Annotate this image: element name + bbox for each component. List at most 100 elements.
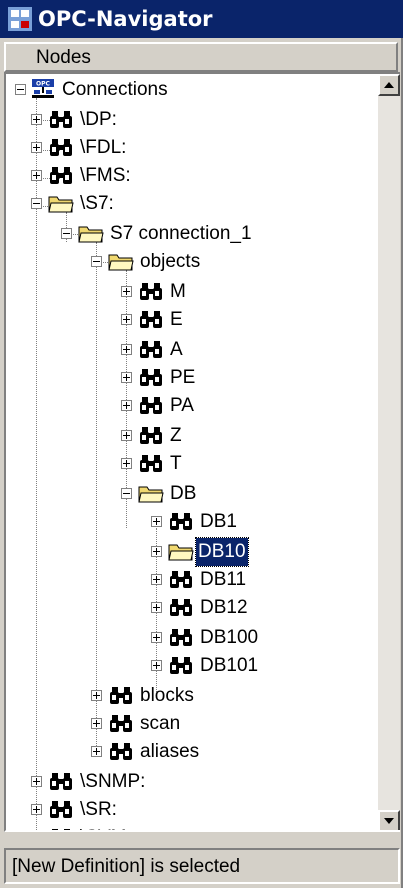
tree-node-aliases[interactable]: aliases: [6, 738, 376, 766]
tree-node-label: DB: [170, 483, 197, 504]
binoculars-icon: [48, 770, 74, 792]
folder-icon: [78, 222, 104, 244]
expand-toggle[interactable]: [151, 660, 162, 671]
binoculars-icon: [108, 712, 134, 734]
expand-toggle[interactable]: [151, 574, 162, 585]
expand-toggle[interactable]: [121, 372, 132, 383]
binoculars-icon: [138, 308, 164, 330]
collapse-toggle[interactable]: [61, 228, 72, 239]
tree-node-db[interactable]: DB: [6, 480, 376, 508]
tree-node-label: \SVM:: [78, 824, 134, 830]
tree-node-label: \SR:: [80, 799, 117, 820]
nodes-column-header[interactable]: Nodes: [4, 42, 398, 72]
binoculars-icon: [48, 164, 74, 186]
tree-node-sr[interactable]: \SR:: [6, 796, 376, 824]
expand-toggle[interactable]: [91, 718, 102, 729]
title-bar[interactable]: OPC-Navigator: [0, 0, 403, 38]
tree-node-db12[interactable]: DB12: [6, 594, 376, 622]
binoculars-icon: [168, 626, 194, 648]
tree-node-label: \DP:: [80, 109, 117, 130]
tree-node-connections[interactable]: OPC Connections: [6, 76, 376, 104]
folder-icon: [168, 540, 194, 562]
expand-toggle[interactable]: [91, 746, 102, 757]
nodes-header-label: Nodes: [36, 47, 91, 68]
expand-toggle[interactable]: [151, 632, 162, 643]
tree-node-label: aliases: [140, 741, 200, 762]
tree-node-label: \FMS:: [80, 165, 131, 186]
expand-toggle[interactable]: [121, 314, 132, 325]
tree-node-blocks[interactable]: blocks: [6, 682, 376, 710]
tree-node-m[interactable]: M: [6, 278, 376, 306]
binoculars-icon: [48, 826, 74, 832]
collapse-toggle[interactable]: [121, 488, 132, 499]
scroll-down-button[interactable]: [378, 810, 400, 830]
collapse-toggle[interactable]: [91, 256, 102, 267]
tree-node-snmp[interactable]: \SNMP:: [6, 768, 376, 796]
tree-node-svm[interactable]: \SVM:: [6, 824, 376, 832]
tree-node-s7-connection[interactable]: S7 connection_1: [6, 220, 376, 248]
tree-node-pa[interactable]: PA: [6, 392, 376, 420]
arrow-up-icon: [384, 82, 394, 88]
arrow-down-icon: [384, 818, 394, 824]
tree-node-dp[interactable]: \DP:: [6, 106, 376, 134]
expand-toggle[interactable]: [121, 430, 132, 441]
binoculars-icon: [108, 684, 134, 706]
tree-node-e[interactable]: E: [6, 306, 376, 334]
expand-toggle[interactable]: [31, 114, 42, 125]
expand-toggle[interactable]: [31, 170, 42, 181]
binoculars-icon: [138, 280, 164, 302]
binoculars-icon: [168, 654, 194, 676]
status-bar: [New Definition] is selected: [4, 848, 400, 884]
tree-node-fms[interactable]: \FMS:: [6, 162, 376, 190]
tree-node-fdl[interactable]: \FDL:: [6, 134, 376, 162]
expand-toggle[interactable]: [31, 142, 42, 153]
expand-toggle[interactable]: [121, 286, 132, 297]
expand-toggle[interactable]: [91, 690, 102, 701]
window-title: OPC-Navigator: [38, 7, 213, 31]
expand-toggle[interactable]: [31, 776, 42, 787]
tree-node-label: T: [170, 453, 182, 474]
scroll-up-button[interactable]: [378, 74, 400, 96]
tree-node-label: objects: [140, 251, 201, 272]
tree-node-label: M: [170, 281, 186, 302]
binoculars-icon: [48, 798, 74, 820]
expand-toggle[interactable]: [31, 804, 42, 815]
tree-node-z[interactable]: Z: [6, 422, 376, 450]
tree-node-label: A: [170, 339, 183, 360]
expand-toggle[interactable]: [151, 516, 162, 527]
tree-node-db1[interactable]: DB1: [6, 508, 376, 536]
binoculars-icon: [48, 108, 74, 130]
collapse-toggle[interactable]: [31, 198, 42, 209]
tree-node-label: \S7:: [80, 193, 114, 214]
status-text: [New Definition] is selected: [12, 856, 241, 877]
tree-node-db10[interactable]: DB10: [6, 537, 376, 567]
tree-node-pe[interactable]: PE: [6, 364, 376, 392]
vertical-scrollbar[interactable]: [378, 74, 400, 830]
tree-node-db11[interactable]: DB11: [6, 566, 376, 594]
tree-node-s7[interactable]: \S7:: [6, 190, 376, 218]
collapse-toggle[interactable]: [15, 84, 26, 95]
expand-toggle[interactable]: [121, 458, 132, 469]
tree-node-db100[interactable]: DB100: [6, 624, 376, 652]
tree-node-t[interactable]: T: [6, 450, 376, 478]
tree-node-db101[interactable]: DB101: [6, 652, 376, 680]
expand-toggle[interactable]: [121, 400, 132, 411]
binoculars-icon: [138, 394, 164, 416]
tree-node-objects[interactable]: objects: [6, 248, 376, 276]
binoculars-icon: [168, 596, 194, 618]
tree-node-label: scan: [140, 713, 181, 734]
binoculars-icon: [48, 136, 74, 158]
opc-network-icon: OPC: [32, 79, 54, 98]
binoculars-icon: [138, 338, 164, 360]
tree-node-label: \FDL:: [80, 137, 127, 158]
expand-toggle[interactable]: [151, 602, 162, 613]
expand-toggle[interactable]: [121, 344, 132, 355]
opc-navigator-app-icon: [8, 7, 32, 31]
binoculars-icon: [168, 510, 194, 532]
expand-toggle[interactable]: [151, 546, 162, 557]
tree-node-label: DB100: [200, 627, 259, 648]
tree-node-label: PA: [170, 395, 194, 416]
tree-node-scan[interactable]: scan: [6, 710, 376, 738]
tree-view[interactable]: OPC Connections \DP: \FDL: \FMS: \S7: S7…: [4, 72, 400, 832]
tree-node-a[interactable]: A: [6, 336, 376, 364]
